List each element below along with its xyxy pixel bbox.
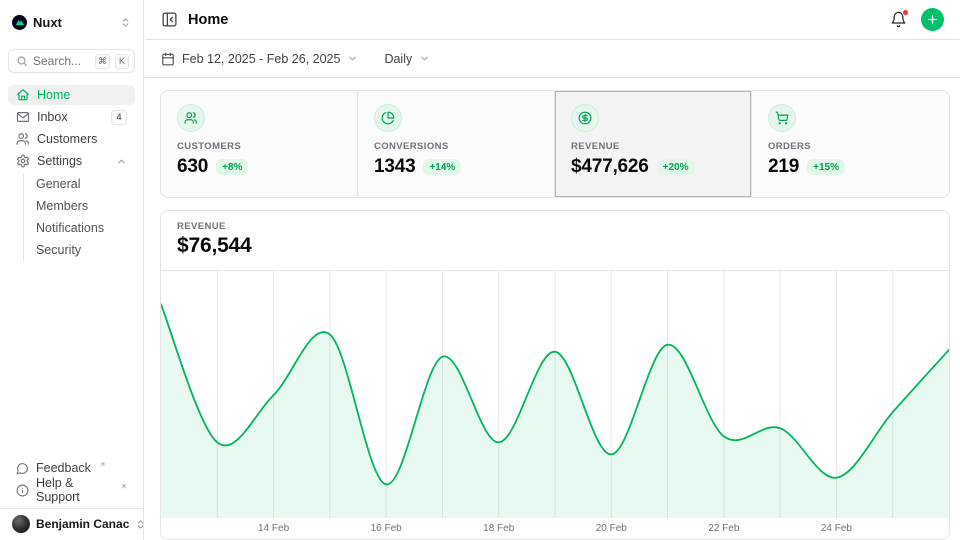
stat-delta-badge: +14%	[423, 159, 461, 175]
sidebar-item-label: Inbox	[37, 110, 68, 124]
stat-label: CONVERSIONS	[374, 141, 538, 152]
kbd-k: K	[115, 54, 129, 69]
external-link-icon	[120, 483, 127, 490]
sidebar: Nuxt Search... ⌘ K Home Inbox 4	[0, 0, 144, 540]
notifications-button[interactable]	[890, 11, 907, 28]
workspace-name: Nuxt	[33, 15, 62, 30]
chevron-down-icon	[347, 53, 358, 64]
stat-customers[interactable]: CUSTOMERS 630 +8%	[161, 91, 358, 197]
stat-delta-badge: +20%	[657, 159, 695, 175]
stat-value: 219	[768, 156, 799, 178]
date-range-picker[interactable]: Feb 12, 2025 - Feb 26, 2025	[161, 52, 358, 66]
sidebar-item-security[interactable]: Security	[36, 239, 135, 261]
x-axis-label: 14 Feb	[258, 523, 289, 534]
stat-value: 630	[177, 156, 208, 178]
search-placeholder: Search...	[33, 54, 90, 68]
stats-row: CUSTOMERS 630 +8% CONVERSIONS 1343 +14%	[160, 90, 950, 198]
inbox-count-badge: 4	[111, 110, 127, 125]
sidebar-item-customers[interactable]: Customers	[8, 129, 135, 149]
users-icon	[177, 104, 205, 132]
filters-toolbar: Feb 12, 2025 - Feb 26, 2025 Daily	[145, 40, 960, 78]
notification-dot	[902, 9, 909, 16]
date-range-value: Feb 12, 2025 - Feb 26, 2025	[182, 52, 340, 66]
sidebar-item-home[interactable]: Home	[8, 85, 135, 105]
sidebar-item-label: Settings	[37, 154, 82, 168]
user-name: Benjamin Canac	[36, 517, 129, 531]
settings-submenu: General Members Notifications Security	[23, 173, 135, 261]
chevron-down-icon	[419, 53, 430, 64]
info-circle-icon	[16, 484, 29, 497]
chevron-up-icon	[116, 156, 127, 167]
sidebar-item-inbox[interactable]: Inbox 4	[8, 107, 135, 127]
x-axis-label: 24 Feb	[821, 523, 852, 534]
stat-revenue[interactable]: REVENUE $477,626 +20%	[555, 91, 752, 197]
revenue-area-chart	[161, 271, 949, 518]
stat-value: $477,626	[571, 156, 649, 178]
home-icon	[16, 88, 30, 102]
main-area: Home Feb 12, 2025 - Feb 26, 2025 Daily	[145, 0, 960, 540]
cart-icon	[768, 104, 796, 132]
search-input[interactable]: Search... ⌘ K	[8, 49, 135, 73]
x-axis-label: 16 Feb	[371, 523, 402, 534]
chart-header: REVENUE $76,544	[161, 211, 949, 271]
feedback-link[interactable]: Feedback	[8, 458, 135, 478]
sidebar-item-label: Home	[37, 88, 70, 102]
users-icon	[16, 132, 30, 146]
chart-x-axis: 14 Feb 16 Feb 18 Feb 20 Feb 22 Feb 24 Feb	[161, 518, 949, 540]
chevrons-up-down-icon	[120, 17, 131, 28]
workspace-switcher[interactable]: Nuxt	[8, 10, 135, 34]
plus-icon	[926, 13, 939, 26]
stat-delta-badge: +15%	[807, 159, 845, 175]
help-support-link[interactable]: Help & Support	[8, 480, 135, 500]
kbd-cmd: ⌘	[95, 54, 110, 69]
sidebar-footer: Feedback Help & Support	[8, 458, 135, 508]
x-axis-label: 18 Feb	[483, 523, 514, 534]
external-link-icon	[99, 461, 106, 468]
stat-label: REVENUE	[571, 141, 735, 152]
sidebar-item-label: Customers	[37, 132, 97, 146]
stat-value: 1343	[374, 156, 415, 178]
period-value: Daily	[384, 52, 412, 66]
footer-item-label: Feedback	[36, 461, 91, 475]
gear-icon	[16, 154, 30, 168]
footer-item-label: Help & Support	[36, 476, 112, 504]
sidebar-item-settings[interactable]: Settings	[8, 151, 135, 171]
panel-left-close-icon[interactable]	[161, 11, 178, 28]
page-title: Home	[188, 12, 228, 28]
pie-chart-icon	[374, 104, 402, 132]
stat-orders[interactable]: ORDERS 219 +15%	[752, 91, 949, 197]
dashboard-content: CUSTOMERS 630 +8% CONVERSIONS 1343 +14%	[145, 78, 960, 540]
chart-metric-label: REVENUE	[177, 221, 933, 232]
stat-delta-badge: +8%	[216, 159, 248, 175]
chat-bubble-icon	[16, 462, 29, 475]
page-header: Home	[145, 0, 960, 40]
calendar-icon	[161, 52, 175, 66]
revenue-chart-card: REVENUE $76,544 14 Feb 16 Feb 18 Feb 20 Feb…	[160, 210, 950, 540]
x-axis-label: 22 Feb	[708, 523, 739, 534]
x-axis-label: 20 Feb	[596, 523, 627, 534]
sidebar-item-members[interactable]: Members	[36, 195, 135, 217]
stat-conversions[interactable]: CONVERSIONS 1343 +14%	[358, 91, 555, 197]
chart-metric-value: $76,544	[177, 234, 933, 258]
inbox-icon	[16, 110, 30, 124]
avatar	[12, 515, 30, 533]
sidebar-item-general[interactable]: General	[36, 173, 135, 195]
stat-label: ORDERS	[768, 141, 933, 152]
stat-label: CUSTOMERS	[177, 141, 341, 152]
period-select[interactable]: Daily	[384, 52, 430, 66]
add-button[interactable]	[921, 8, 944, 31]
search-icon	[16, 55, 28, 67]
user-menu[interactable]: Benjamin Canac	[0, 508, 143, 540]
chart-plot-area[interactable]	[161, 271, 949, 518]
dollar-circle-icon	[571, 104, 599, 132]
sidebar-item-notifications[interactable]: Notifications	[36, 217, 135, 239]
sidebar-nav: Home Inbox 4 Customers Settings Ge	[8, 85, 135, 261]
nuxt-logo-icon	[12, 15, 27, 30]
